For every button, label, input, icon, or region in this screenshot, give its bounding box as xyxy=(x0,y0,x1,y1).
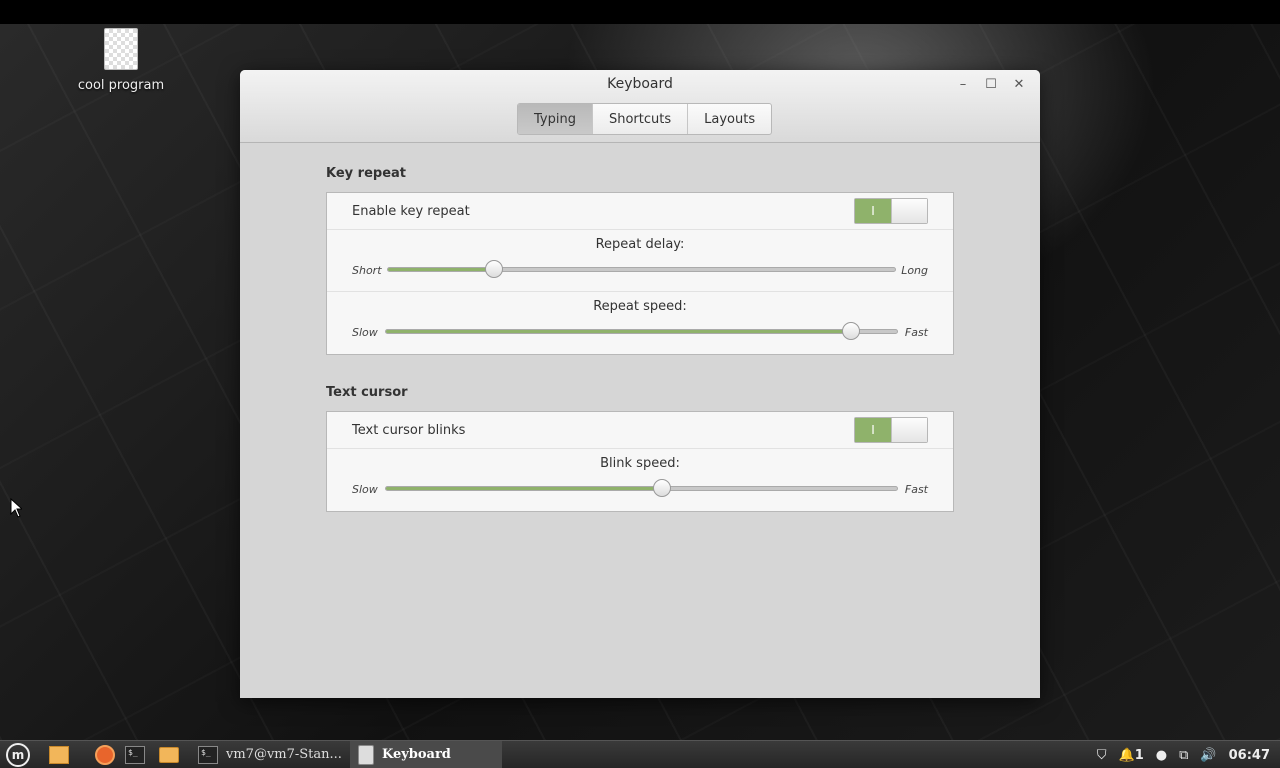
switch-on-indicator: I xyxy=(855,199,891,223)
tab-typing[interactable]: Typing xyxy=(518,104,593,134)
show-desktop-icon[interactable] xyxy=(44,741,74,768)
terminal-launcher-icon[interactable]: $_ xyxy=(120,741,150,768)
desktop-icon-label: cool program xyxy=(77,78,165,93)
blink-speed-min-label: Slow xyxy=(352,483,378,496)
slider-handle[interactable] xyxy=(485,260,504,278)
text-cursor-blinks-label: Text cursor blinks xyxy=(352,422,466,438)
repeat-speed-max-label: Fast xyxy=(904,326,928,339)
typing-page: Key repeat Enable key repeat I Repeat de… xyxy=(326,166,954,512)
repeat-speed-label: Repeat speed: xyxy=(593,299,687,314)
volume-icon[interactable]: 🔊 xyxy=(1200,748,1216,763)
mouse-pointer-icon xyxy=(10,498,22,518)
enable-key-repeat-row: Enable key repeat I xyxy=(327,193,953,230)
firefox-icon[interactable] xyxy=(90,741,120,768)
text-cursor-heading: Text cursor xyxy=(326,385,408,400)
switch-on-indicator: I xyxy=(855,418,891,442)
shield-icon[interactable]: ⛉ xyxy=(1097,748,1107,763)
menu-button[interactable]: m xyxy=(0,741,30,768)
titlebar[interactable]: Keyboard – ☐ ✕ Typing Shortcuts Layouts xyxy=(240,70,1040,143)
switch-handle xyxy=(891,418,927,442)
desktop-icon-cool-program[interactable]: cool program xyxy=(76,28,166,93)
text-cursor-blinks-row: Text cursor blinks I xyxy=(327,412,953,449)
enable-key-repeat-switch[interactable]: I xyxy=(854,198,928,224)
text-cursor-blinks-switch[interactable]: I xyxy=(854,417,928,443)
repeat-delay-max-label: Long xyxy=(901,264,928,277)
text-cursor-panel: Text cursor blinks I Blink speed: Slow F… xyxy=(326,411,954,512)
keyboard-window: Keyboard – ☐ ✕ Typing Shortcuts Layouts … xyxy=(240,70,1040,698)
slider-handle[interactable] xyxy=(842,322,860,340)
slider-fill xyxy=(386,487,662,490)
maximize-icon[interactable]: ☐ xyxy=(980,75,1002,93)
tab-shortcuts[interactable]: Shortcuts xyxy=(593,104,689,134)
notification-count: 1 xyxy=(1134,747,1144,763)
clock[interactable]: 06:47 xyxy=(1229,748,1270,763)
network-icon[interactable]: ⧉ xyxy=(1179,748,1188,763)
notifications-icon[interactable]: 🔔1 xyxy=(1119,748,1144,763)
files-icon[interactable] xyxy=(154,741,184,768)
slider-fill xyxy=(388,268,495,271)
tab-bar: Typing Shortcuts Layouts xyxy=(517,103,773,135)
system-tray: ⛉ 🔔1 ● ⧉ 🔊 06:47 xyxy=(1097,741,1270,768)
repeat-speed-slider[interactable] xyxy=(385,322,898,340)
blink-speed-row: Blink speed: Slow Fast xyxy=(327,449,953,511)
repeat-speed-row: Repeat speed: Slow Fast xyxy=(327,292,953,354)
taskbar: m $_ $_ vm7@vm7-Stan... Keyboard ⛉ 🔔1 ● … xyxy=(0,740,1280,768)
repeat-delay-row: Repeat delay: Short Long xyxy=(327,230,953,292)
repeat-delay-slider[interactable] xyxy=(387,260,896,278)
terminal-icon: $_ xyxy=(198,745,218,764)
taskbar-window-label: Keyboard xyxy=(381,747,451,762)
blink-speed-slider[interactable] xyxy=(385,479,898,497)
slider-handle[interactable] xyxy=(652,479,671,497)
close-icon[interactable]: ✕ xyxy=(1008,75,1030,93)
top-black-bar xyxy=(0,0,1280,24)
tab-layouts[interactable]: Layouts xyxy=(688,104,771,134)
repeat-delay-min-label: Short xyxy=(352,264,382,277)
blink-speed-label: Blink speed: xyxy=(600,456,680,471)
slider-fill xyxy=(386,330,851,333)
window-title: Keyboard xyxy=(607,76,673,92)
user-icon[interactable]: ● xyxy=(1156,748,1167,763)
repeat-speed-min-label: Slow xyxy=(352,326,378,339)
minimize-icon[interactable]: – xyxy=(952,75,974,93)
enable-key-repeat-label: Enable key repeat xyxy=(352,203,470,219)
repeat-delay-label: Repeat delay: xyxy=(595,237,685,252)
key-repeat-heading: Key repeat xyxy=(326,166,406,181)
key-repeat-panel: Enable key repeat I Repeat delay: Short … xyxy=(326,192,954,355)
mint-logo-icon: m xyxy=(6,742,30,767)
file-thumbnail-icon xyxy=(104,28,138,70)
taskbar-window-label: vm7@vm7-Stan... xyxy=(226,747,342,762)
switch-handle xyxy=(891,199,927,223)
blink-speed-max-label: Fast xyxy=(904,483,928,496)
taskbar-window-terminal[interactable]: $_ vm7@vm7-Stan... xyxy=(190,741,350,768)
keyboard-settings-icon xyxy=(357,744,374,765)
taskbar-window-keyboard[interactable]: Keyboard xyxy=(349,740,502,768)
